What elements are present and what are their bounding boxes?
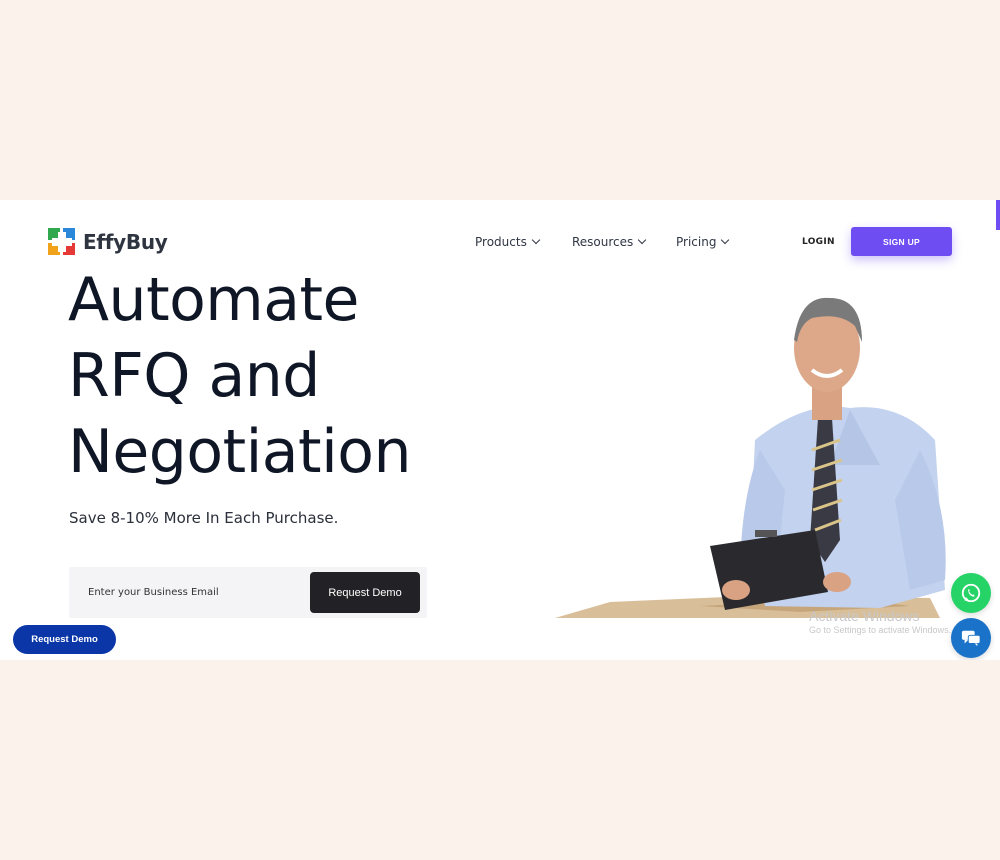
business-email-input[interactable] <box>81 577 301 607</box>
brand-logo[interactable]: EffyBuy <box>48 228 168 256</box>
nav-resources-label: Resources <box>572 235 634 249</box>
brand-name: EffyBuy <box>83 230 168 254</box>
headline-line-3: Negotiation <box>68 417 412 487</box>
live-chat-button[interactable] <box>951 618 991 658</box>
nav-products-label: Products <box>475 235 527 249</box>
chevron-down-icon <box>531 235 541 245</box>
logo-icon <box>48 228 76 256</box>
whatsapp-icon <box>961 583 981 603</box>
nav-pricing[interactable]: Pricing <box>676 235 730 249</box>
request-demo-button[interactable]: Request Demo <box>310 572 420 613</box>
hero-subheading: Save 8-10% More In Each Purchase. <box>69 509 339 527</box>
hero-headline: Automate RFQ and Negotiation <box>68 262 413 490</box>
watermark-title: Activate Windows <box>809 608 920 624</box>
demo-request-form: Request Demo <box>69 567 427 618</box>
nav-pricing-label: Pricing <box>676 235 717 249</box>
login-link[interactable]: LOGIN <box>802 237 835 247</box>
watermark-subtitle: Go to Settings to activate Windows. <box>809 625 952 635</box>
chevron-down-icon <box>721 235 730 245</box>
landing-page-screenshot: EffyBuy Products Resources Pricing LOGIN… <box>0 200 1000 660</box>
os-activation-watermark: Activate Windows Go to Settings to activ… <box>809 608 951 635</box>
nav-products[interactable]: Products <box>475 235 541 249</box>
side-edge-tab[interactable] <box>996 200 1000 230</box>
businessman-photo <box>555 297 946 618</box>
whatsapp-button[interactable] <box>951 573 991 613</box>
headline-line-1: Automate <box>68 262 413 338</box>
chevron-down-icon <box>638 235 647 245</box>
nav-resources[interactable]: Resources <box>572 235 647 249</box>
headline-line-2: RFQ and <box>68 341 320 411</box>
chat-icon <box>961 630 981 647</box>
floating-request-demo-button[interactable]: Request Demo <box>13 625 116 654</box>
signup-button[interactable]: SIGN UP <box>851 227 952 256</box>
